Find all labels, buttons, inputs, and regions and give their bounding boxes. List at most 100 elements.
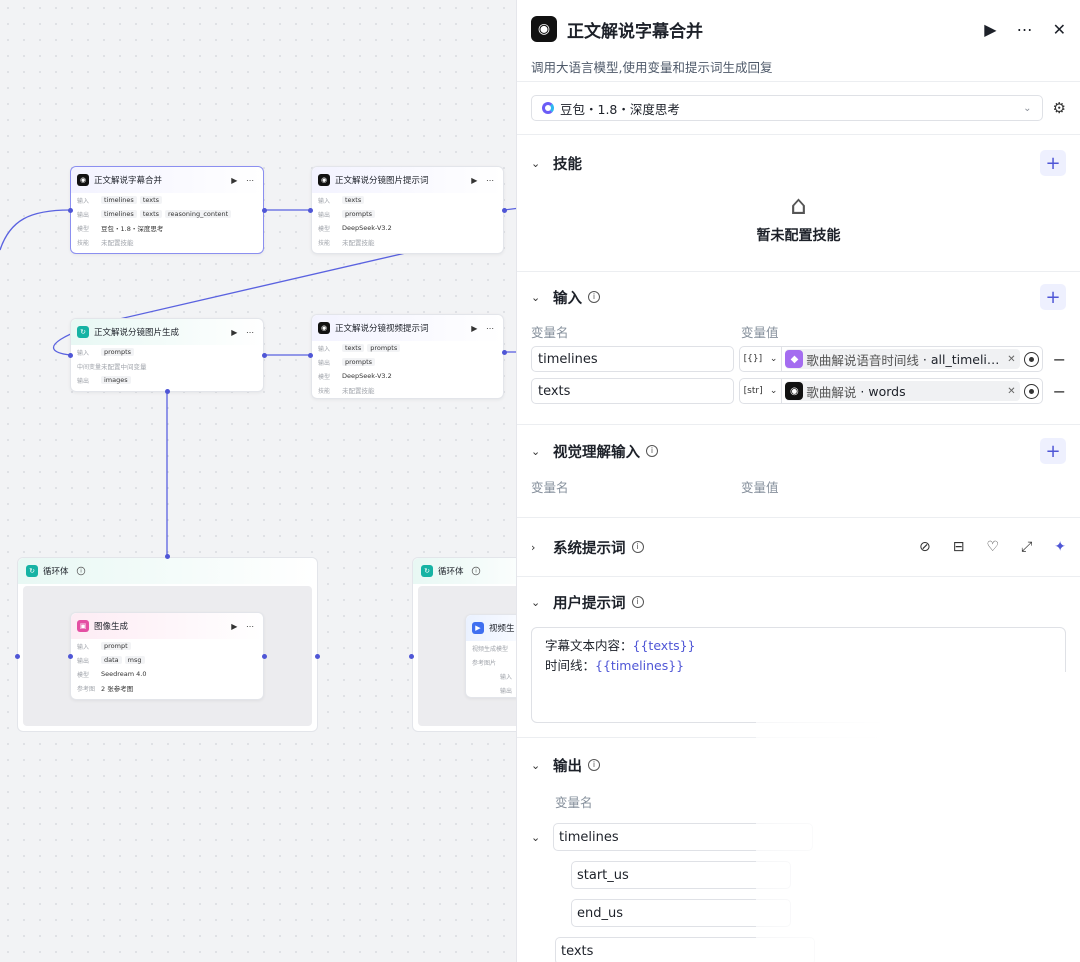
node-actions[interactable]: ▶ ⋯ (471, 324, 497, 333)
run-icon[interactable]: ▶ (984, 20, 996, 39)
section-title: 输入 (553, 290, 582, 307)
node-image-gen-group[interactable]: ↻ 正文解说分镜图片生成 ▶ ⋯ 输入 prompts 中间变量 未配置中间变量 输出 i… (70, 318, 264, 392)
chevron-down-icon: ⌄ (769, 354, 778, 364)
info-icon[interactable]: i (76, 566, 85, 576)
chevron-down-icon[interactable]: ⌄ (531, 759, 553, 772)
section-title: 技能 (553, 156, 582, 173)
info-icon[interactable]: i (588, 759, 600, 771)
video-icon: ▶ (472, 622, 484, 634)
output-port[interactable] (262, 654, 267, 659)
input-port[interactable] (68, 353, 73, 358)
clear-icon[interactable]: ✕ (1003, 386, 1015, 397)
panel-description: 调用大语言模型,使用变量和提示词生成回复 (517, 58, 1080, 82)
remove-var-button[interactable]: − (1053, 382, 1066, 401)
system-prompt-section: › 系统提示词 i ⊘ ⊟ ♡ ⤢ ✦ (517, 518, 1080, 577)
input-section: ⌄ 输入 i + 变量名 变量值 timelines [{}] ⌄ ◆ 歌曲解说语音… (517, 272, 1080, 425)
bot-icon: ◉ (77, 174, 89, 186)
bot-icon: ◉ (318, 174, 330, 186)
chevron-down-icon: ⌄ (769, 386, 778, 396)
remove-var-button[interactable]: − (1053, 350, 1066, 369)
node-actions[interactable]: ▶ ⋯ (231, 176, 257, 185)
gear-icon[interactable]: ⚙ (1053, 99, 1066, 117)
var-value-ref[interactable]: ◆ 歌曲解说语音时间线 · all_timeli… ✕ (782, 346, 1043, 372)
target-icon[interactable] (1023, 383, 1039, 399)
add-skill-button[interactable]: + (1040, 150, 1066, 176)
output-port[interactable] (262, 353, 267, 358)
section-title: 输出 (553, 758, 582, 775)
loop-title: 循环体 (438, 567, 464, 577)
target-icon[interactable] (1023, 351, 1039, 367)
output-port[interactable] (262, 208, 267, 213)
node-title: 正文解说分镜图片提示词 (335, 176, 429, 186)
info-icon[interactable]: i (588, 291, 600, 303)
model-name: 豆包・1.8・深度思考 (560, 101, 680, 117)
input-port[interactable] (308, 353, 313, 358)
visual-input-section: ⌄ 视觉理解输入 i + 变量名 变量值 (517, 425, 1080, 518)
loop-port[interactable] (15, 654, 20, 659)
node-image-generation[interactable]: ▣ 图像生成 ▶ ⋯ 输入 prompt 输出 data msg 模型 Seedream 4… (70, 612, 264, 700)
chevron-down-icon[interactable]: ⌄ (531, 831, 553, 844)
node-video-prompt[interactable]: ◉ 正文解说分镜视频提示词 ▶ ⋯ 输入 texts prompts 输出 prompts… (311, 314, 504, 399)
more-icon[interactable]: ⋯ (1017, 20, 1033, 39)
info-icon[interactable]: i (631, 596, 644, 608)
chevron-down-icon[interactable]: ⌄ (531, 157, 553, 170)
bulb-icon[interactable]: ♡ (987, 539, 1000, 555)
output-port[interactable] (502, 208, 507, 213)
loop-icon: ↻ (26, 565, 38, 577)
loop-port[interactable] (315, 654, 320, 659)
info-icon[interactable]: i (646, 445, 658, 457)
add-visual-input-button[interactable]: + (1040, 438, 1066, 464)
empty-skills-text: 暂未配置技能 (756, 228, 841, 244)
chevron-down-icon[interactable]: ⌄ (531, 445, 553, 458)
section-title: 视觉理解输入 (553, 444, 640, 461)
wire-in-1 (0, 209, 71, 251)
var-type-select[interactable]: [str] ⌄ (738, 378, 783, 404)
input-var-row: texts [str] ⌄ ◉ 歌曲解说 · words ✕ − (531, 376, 1066, 406)
input-port[interactable] (68, 654, 73, 659)
image-icon: ▣ (77, 620, 89, 632)
compass-icon[interactable]: ⊘ (919, 539, 931, 555)
node-actions[interactable]: ▶ ⋯ (231, 328, 257, 337)
chevron-right-icon[interactable]: › (531, 541, 553, 554)
input-port[interactable] (68, 208, 73, 213)
var-name-field[interactable]: timelines (531, 346, 734, 372)
section-title: 系统提示词 (553, 540, 626, 557)
chevron-down-icon: ⌄ (1023, 102, 1032, 114)
loop-title: 循环体 (43, 567, 69, 577)
node-title: 图像生成 (94, 622, 129, 632)
clear-icon[interactable]: ✕ (1003, 354, 1015, 365)
info-icon[interactable]: i (471, 566, 480, 576)
add-input-button[interactable]: + (1040, 284, 1066, 310)
close-icon[interactable]: ✕ (1053, 20, 1066, 39)
chevron-down-icon[interactable]: ⌄ (531, 596, 553, 609)
node-title: 正文解说分镜视频提示词 (335, 324, 429, 334)
input-port[interactable] (165, 554, 170, 559)
variable-ref: {{timelines}} (595, 658, 685, 673)
loop-port[interactable] (409, 654, 414, 659)
node-actions[interactable]: ▶ ⋯ (231, 622, 257, 631)
template-icon[interactable]: ⊟ (953, 539, 965, 555)
var-type-select[interactable]: [{}] ⌄ (738, 346, 783, 372)
node-title: 正文解说字幕合并 (94, 176, 163, 186)
cube-icon: ◆ (785, 350, 804, 368)
info-icon[interactable]: i (631, 541, 644, 553)
bot-icon: ◉ (785, 382, 804, 400)
expand-icon[interactable]: ⤢ (1021, 539, 1032, 555)
inbox-icon: ⌂ (790, 191, 807, 221)
node-subtitle-merge[interactable]: ◉ 正文解说字幕合并 ▶ ⋯ 输入 timelines texts 输出 timeline… (70, 166, 264, 254)
panel-title[interactable]: 正文解说字幕合并 (567, 17, 964, 42)
var-value-ref[interactable]: ◉ 歌曲解说 · words ✕ (782, 378, 1043, 404)
node-image-prompt[interactable]: ◉ 正文解说分镜图片提示词 ▶ ⋯ 输入 texts 输出 prompts 模型 Deep… (311, 166, 504, 254)
var-name-field[interactable]: texts (531, 378, 734, 404)
input-var-row: timelines [{}] ⌄ ◆ 歌曲解说语音时间线 · all_timeli… (531, 344, 1066, 374)
chevron-down-icon[interactable]: ⌄ (531, 291, 553, 304)
bot-icon: ◉ (531, 16, 557, 42)
section-title: 用户提示词 (553, 595, 626, 612)
model-select[interactable]: 豆包・1.8・深度思考 ⌄ (531, 95, 1043, 121)
output-port[interactable] (165, 389, 170, 394)
node-actions[interactable]: ▶ ⋯ (471, 176, 497, 185)
input-port[interactable] (308, 208, 313, 213)
output-port[interactable] (502, 350, 507, 355)
node-title: 正文解说分镜图片生成 (94, 328, 180, 338)
sparkle-icon[interactable]: ✦ (1054, 539, 1066, 555)
